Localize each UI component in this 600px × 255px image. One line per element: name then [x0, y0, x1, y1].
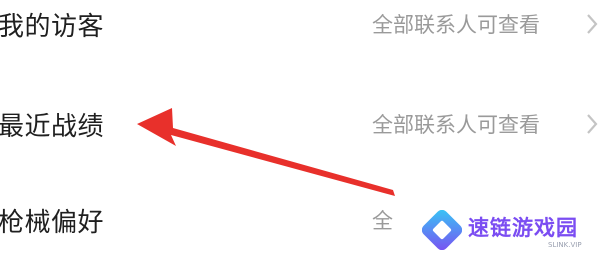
- watermark-brand: 速链游戏园: [468, 216, 578, 240]
- watermark-url: SLINK.VIP: [548, 241, 582, 249]
- row-label: 最近战绩: [0, 111, 105, 142]
- chevron-right-icon: [587, 114, 598, 134]
- row-label: 我的访客: [0, 11, 105, 42]
- settings-row-recent-record[interactable]: 最近战绩 全部联系人可查看: [0, 94, 600, 154]
- row-value: 全: [372, 209, 393, 233]
- chevron-right-icon: [587, 14, 598, 34]
- row-label: 枪械偏好: [0, 207, 105, 238]
- row-value: 全部联系人可查看: [372, 113, 540, 137]
- settings-row-my-visitors[interactable]: 我的访客 全部联系人可查看: [0, 0, 600, 54]
- watermark-logo-icon: [422, 210, 462, 250]
- watermark: 速链游戏园 SLINK.VIP: [398, 200, 600, 255]
- row-value: 全部联系人可查看: [372, 13, 540, 37]
